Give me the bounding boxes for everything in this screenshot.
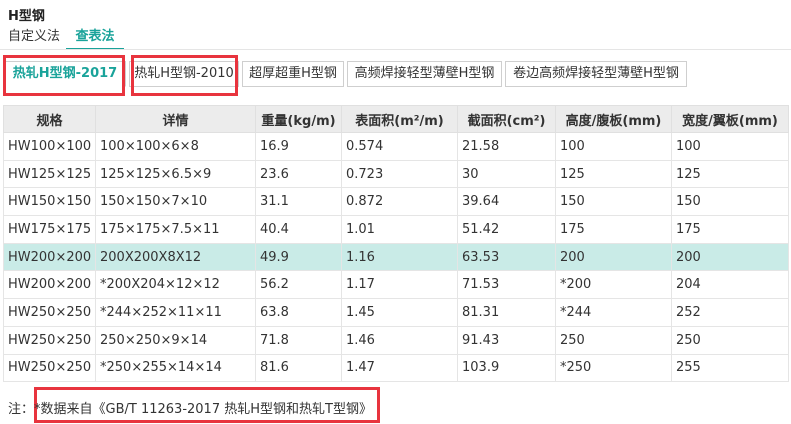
cell-spec: HW175×175 (3, 215, 96, 244)
table-row-selected[interactable]: HW200×200 200X200X8X12 49.9 1.16 63.53 2… (3, 242, 789, 272)
cell-width-flange: 255 (671, 353, 789, 383)
tab-custom-method[interactable]: 自定义法 (8, 26, 66, 50)
cell-width-flange: 125 (671, 159, 789, 189)
cell-surface-area: 0.574 (341, 132, 458, 161)
cell-detail: 175×175×7.5×11 (95, 215, 256, 244)
cell-spec: HW150×150 (3, 187, 96, 217)
cell-height-web: 200 (555, 242, 672, 272)
cell-surface-area: 1.17 (341, 270, 458, 300)
cell-height-web: *244 (555, 298, 672, 327)
table-row[interactable]: HW175×175 175×175×7.5×11 40.4 1.01 51.42… (3, 215, 789, 244)
table-row[interactable]: HW200×200 *200X204×12×12 56.2 1.17 71.53… (3, 270, 789, 300)
table-row[interactable]: HW150×150 150×150×7×10 31.1 0.872 39.64 … (3, 187, 789, 217)
cell-weight: 16.9 (255, 132, 342, 161)
cell-surface-area: 1.45 (341, 298, 458, 327)
standard-tabs: 热轧H型钢-2017 热轧H型钢-2010 超厚超重H型钢 高频焊接轻型薄壁H型… (0, 61, 791, 89)
cell-detail: *244×252×11×11 (95, 298, 256, 327)
cell-detail: 200X200X8X12 (95, 242, 256, 272)
cell-spec: HW250×250 (3, 353, 96, 383)
note-text: *数据来自《GB/T 11263-2017 热轧H型钢和热轧T型钢》 (34, 402, 372, 417)
cell-width-flange: 150 (671, 187, 789, 217)
tab-hot-rolled-2010[interactable]: 热轧H型钢-2010 (129, 61, 239, 87)
cell-height-web: 150 (555, 187, 672, 217)
cell-surface-area: 1.46 (341, 325, 458, 355)
cell-weight: 31.1 (255, 187, 342, 217)
cell-height-web: *250 (555, 353, 672, 383)
cell-width-flange: 250 (671, 325, 789, 355)
cell-detail: 250×250×9×14 (95, 325, 256, 355)
cell-detail: 100×100×6×8 (95, 132, 256, 161)
header-height-web: 高度/腹板(mm) (555, 105, 672, 133)
table-row[interactable]: HW250×250 *250×255×14×14 81.6 1.47 103.9… (3, 353, 789, 383)
cell-section-area: 71.53 (457, 270, 556, 300)
tab-hf-welded-light[interactable]: 高频焊接轻型薄壁H型钢 (347, 61, 502, 87)
tab-hot-rolled-2017[interactable]: 热轧H型钢-2017 (4, 61, 126, 87)
cell-height-web: 125 (555, 159, 672, 189)
cell-section-area: 30 (457, 159, 556, 189)
cell-weight: 81.6 (255, 353, 342, 383)
cell-detail: 125×125×6.5×9 (95, 159, 256, 189)
cell-spec: HW250×250 (3, 325, 96, 355)
header-surface-area: 表面积(m²/m) (341, 105, 458, 133)
cell-section-area: 103.9 (457, 353, 556, 383)
cell-section-area: 81.31 (457, 298, 556, 327)
tab-extra-thick-heavy[interactable]: 超厚超重H型钢 (242, 61, 344, 87)
cell-surface-area: 1.47 (341, 353, 458, 383)
cell-surface-area: 0.872 (341, 187, 458, 217)
cell-surface-area: 1.16 (341, 242, 458, 272)
header-weight: 重量(kg/m) (255, 105, 342, 133)
table-row[interactable]: HW250×250 *244×252×11×11 63.8 1.45 81.31… (3, 298, 789, 327)
cell-weight: 40.4 (255, 215, 342, 244)
mode-tabs-divider (0, 49, 791, 50)
cell-spec: HW200×200 (3, 270, 96, 300)
table-row[interactable]: HW100×100 100×100×6×8 16.9 0.574 21.58 1… (3, 132, 789, 161)
cell-height-web: 250 (555, 325, 672, 355)
cell-weight: 49.9 (255, 242, 342, 272)
steel-spec-table: 规格 详情 重量(kg/m) 表面积(m²/m) 截面积(cm²) 高度/腹板(… (3, 105, 789, 383)
table-header-row: 规格 详情 重量(kg/m) 表面积(m²/m) 截面积(cm²) 高度/腹板(… (3, 105, 789, 133)
header-section-area: 截面积(cm²) (457, 105, 556, 133)
header-spec: 规格 (3, 105, 96, 133)
table-row[interactable]: HW125×125 125×125×6.5×9 23.6 0.723 30 12… (3, 159, 789, 189)
cell-detail: *200X204×12×12 (95, 270, 256, 300)
cell-section-area: 21.58 (457, 132, 556, 161)
cell-section-area: 91.43 (457, 325, 556, 355)
cell-surface-area: 0.723 (341, 159, 458, 189)
page-title: H型钢 (8, 9, 45, 24)
cell-section-area: 63.53 (457, 242, 556, 272)
header-width-flange: 宽度/翼板(mm) (671, 105, 789, 133)
cell-width-flange: 204 (671, 270, 789, 300)
cell-weight: 63.8 (255, 298, 342, 327)
cell-spec: HW250×250 (3, 298, 96, 327)
source-note: 注：*数据来自《GB/T 11263-2017 热轧H型钢和热轧T型钢》 (8, 398, 372, 417)
cell-height-web: 100 (555, 132, 672, 161)
cell-weight: 56.2 (255, 270, 342, 300)
cell-width-flange: 100 (671, 132, 789, 161)
tab-curl-hf-welded-light[interactable]: 卷边高频焊接轻型薄壁H型钢 (505, 61, 687, 87)
cell-spec: HW125×125 (3, 159, 96, 189)
table-row[interactable]: HW250×250 250×250×9×14 71.8 1.46 91.43 2… (3, 325, 789, 355)
mode-tabs: 自定义法 查表法 (0, 26, 791, 50)
cell-section-area: 39.64 (457, 187, 556, 217)
header-detail: 详情 (95, 105, 256, 133)
tab-lookup-method[interactable]: 查表法 (66, 26, 124, 50)
cell-detail: 150×150×7×10 (95, 187, 256, 217)
cell-detail: *250×255×14×14 (95, 353, 256, 383)
cell-spec: HW200×200 (3, 242, 96, 272)
cell-weight: 71.8 (255, 325, 342, 355)
cell-height-web: 175 (555, 215, 672, 244)
cell-width-flange: 175 (671, 215, 789, 244)
cell-spec: HW100×100 (3, 132, 96, 161)
cell-width-flange: 200 (671, 242, 789, 272)
cell-surface-area: 1.01 (341, 215, 458, 244)
cell-weight: 23.6 (255, 159, 342, 189)
cell-height-web: *200 (555, 270, 672, 300)
note-label: 注： (8, 402, 35, 417)
cell-width-flange: 252 (671, 298, 789, 327)
cell-section-area: 51.42 (457, 215, 556, 244)
